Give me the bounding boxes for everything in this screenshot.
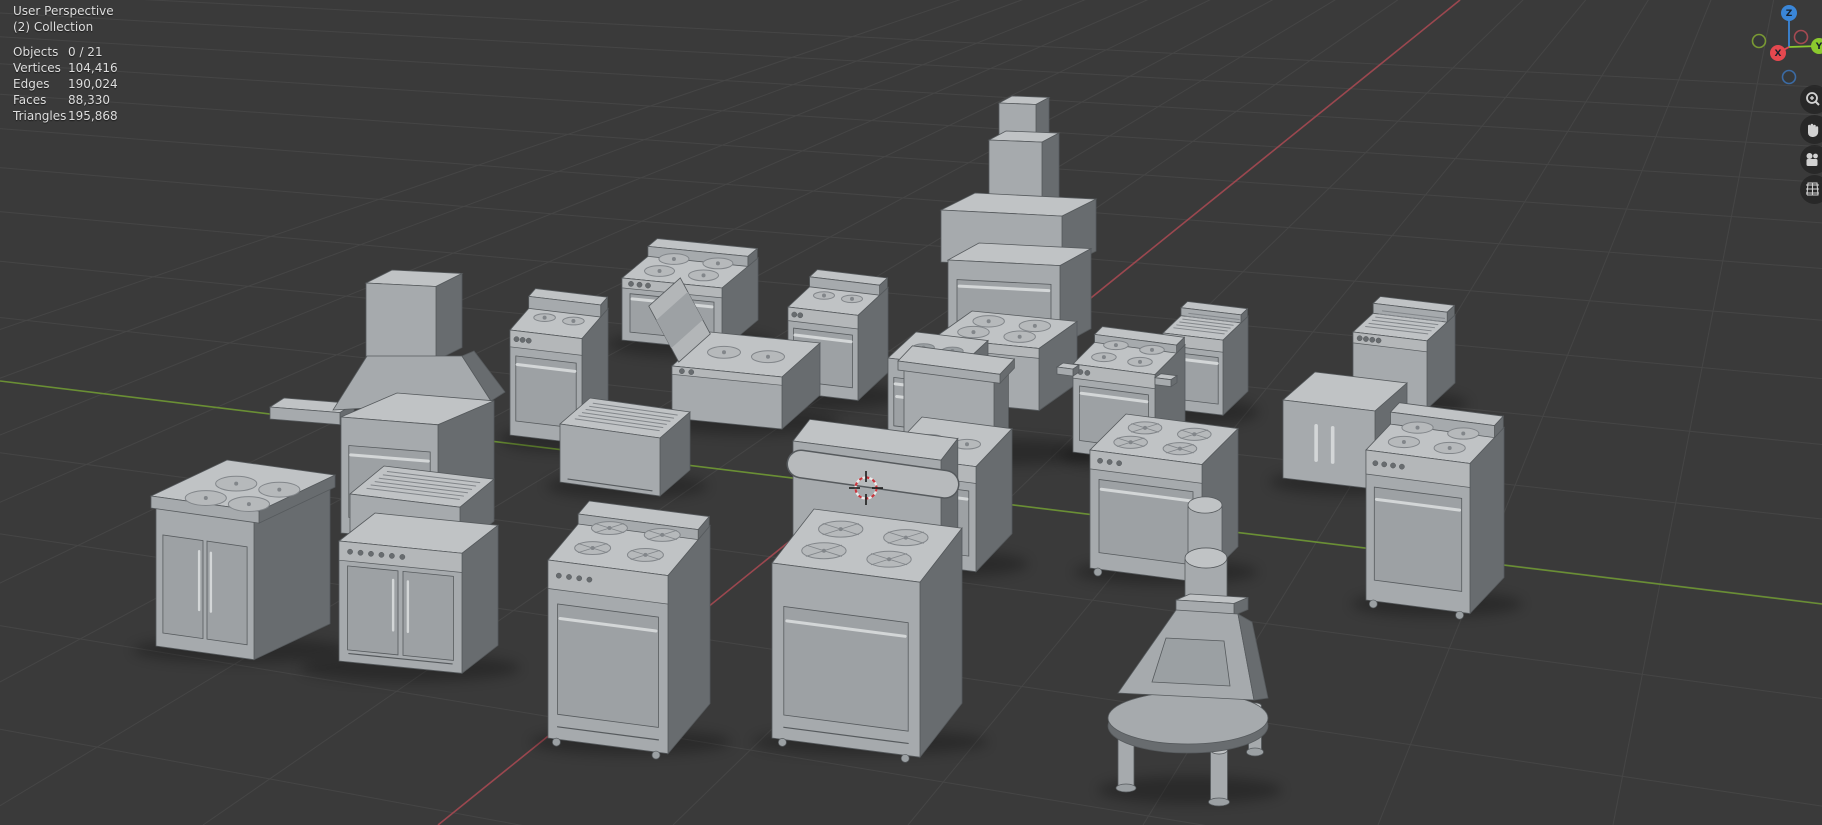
gizmo-axis-neg-x[interactable] [1793, 29, 1809, 45]
gizmo-axis-x[interactable]: X [1770, 45, 1786, 61]
viewport-overlay: User Perspective (2) Collection Objects 0… [13, 3, 118, 124]
stat-value: 0 / 21 [68, 45, 103, 59]
scene-canvas [0, 0, 1822, 825]
stats-overlay: Objects 0 / 21 Vertices 104,416 Edges 190,024… [13, 44, 118, 124]
viewport-3d[interactable]: User Perspective (2) Collection Objects 0… [0, 0, 1822, 825]
gizmo-axis-y[interactable]: Y [1811, 38, 1822, 54]
stove-front-far-right[interactable] [1365, 402, 1505, 620]
stat-row: Faces 88,330 [13, 92, 118, 108]
stat-row: Edges 190,024 [13, 76, 118, 92]
pan-button[interactable] [1800, 115, 1822, 144]
collection-label: (2) Collection [13, 20, 94, 34]
stat-row: Objects 0 / 21 [13, 44, 118, 60]
svg-text:Z: Z [1786, 9, 1793, 19]
gizmo-axis-neg-y[interactable] [1751, 33, 1767, 49]
gizmo-axis-z[interactable]: Z [1781, 5, 1797, 21]
svg-text:Y: Y [1815, 42, 1822, 52]
camera-icon [1806, 153, 1818, 166]
grid-icon [1806, 182, 1819, 196]
stat-row: Vertices 104,416 [13, 60, 118, 76]
stat-row: Triangles 195,868 [13, 108, 118, 124]
toggle-perspective-button[interactable] [1800, 175, 1822, 204]
griddle-counter-mid[interactable] [559, 397, 691, 497]
camera-view-button[interactable] [1800, 145, 1822, 174]
magnifier-plus-icon [1806, 92, 1820, 106]
stat-label: Faces [13, 93, 47, 107]
stat-value: 88,330 [68, 93, 110, 107]
view-perspective-label: User Perspective [13, 4, 114, 18]
stat-value: 195,868 [68, 109, 118, 123]
stat-label: Objects [13, 45, 59, 59]
stove-front-center[interactable] [771, 418, 963, 763]
gizmo-axis-neg-z[interactable] [1781, 69, 1797, 85]
navigation-gizmo[interactable]: Z Y X [1740, 0, 1822, 90]
zoom-button[interactable] [1800, 85, 1822, 114]
svg-text:X: X [1775, 49, 1782, 59]
stat-label: Triangles [13, 109, 67, 123]
stat-label: Edges [13, 77, 50, 91]
stat-value: 104,416 [68, 61, 118, 75]
island-cooktop-cabinet[interactable] [149, 459, 337, 661]
stat-label: Vertices [13, 61, 61, 75]
stat-value: 190,024 [68, 77, 118, 91]
stove-front-left[interactable] [547, 500, 711, 760]
hand-icon [1808, 123, 1819, 137]
